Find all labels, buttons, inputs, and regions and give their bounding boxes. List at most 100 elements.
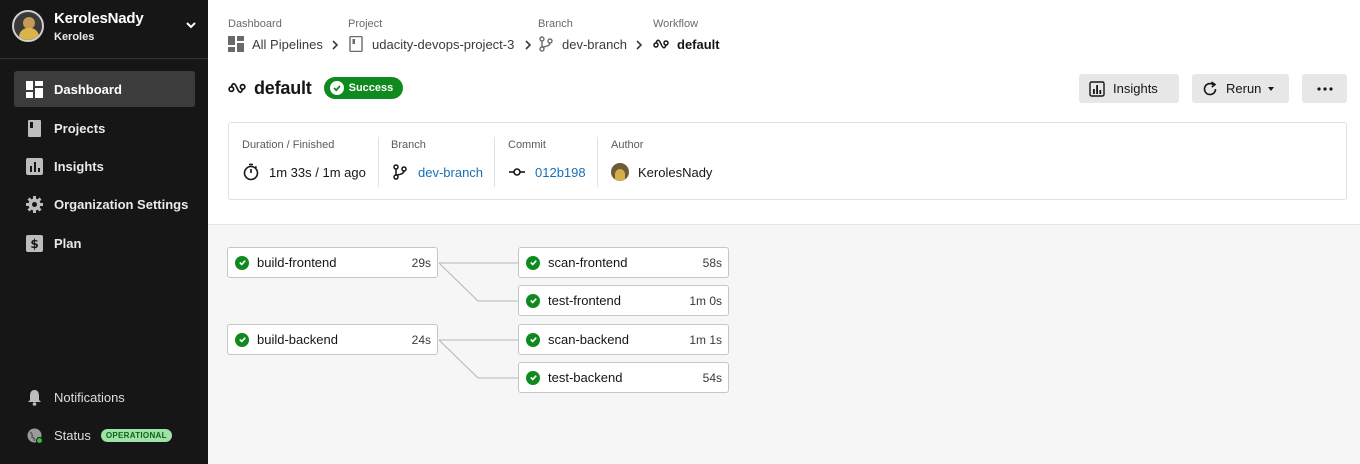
duration-text: 1m 33s / 1m ago	[269, 164, 366, 180]
breadcrumb-value: udacity-devops-project-3	[372, 36, 515, 52]
breadcrumb-label: Branch	[538, 18, 573, 30]
projects-icon	[26, 119, 43, 137]
check-circle-icon	[526, 332, 540, 347]
breadcrumb-current-workflow: default	[653, 36, 720, 52]
job-name: build-frontend	[257, 255, 337, 270]
breadcrumb-dashboard: Dashboard All Pipelines	[228, 14, 323, 52]
commit-value: 012b198	[508, 163, 586, 181]
info-divider	[494, 137, 495, 187]
job-duration: 1m 0s	[689, 293, 722, 308]
breadcrumb-label: Dashboard	[228, 18, 282, 30]
sidebar-item-organization-settings[interactable]: Organization Settings	[14, 186, 195, 222]
dashboard-icon	[26, 80, 43, 98]
bell-icon	[26, 389, 43, 406]
rerun-button-label: Rerun	[1226, 81, 1262, 96]
sidebar-item-label: Dashboard	[54, 81, 122, 97]
chevron-right-icon	[332, 40, 339, 50]
status-badge: OPERATIONAL	[100, 428, 172, 442]
status-badge: Success	[323, 77, 404, 99]
sidebar-divider	[0, 58, 208, 59]
sidebar-item-notifications[interactable]: Notifications	[14, 382, 195, 412]
sidebar: KerolesNady Keroles Dashboard Projects I…	[0, 0, 208, 464]
check-circle-icon	[235, 332, 249, 347]
project-icon	[348, 36, 364, 52]
rerun-button[interactable]: Rerun	[1192, 74, 1289, 103]
author-label: Author	[611, 139, 644, 151]
pipelines-icon	[228, 36, 244, 52]
sidebar-item-status[interactable]: Status OPERATIONAL	[14, 420, 195, 450]
plan-icon: $	[26, 234, 43, 252]
workflow-title-row: default Success	[228, 77, 404, 99]
connector-line	[438, 339, 518, 379]
job-build-frontend[interactable]: build-frontend 29s	[227, 247, 438, 278]
commit-link[interactable]: 012b198	[535, 165, 586, 180]
job-duration: 54s	[702, 370, 722, 385]
info-divider	[597, 137, 598, 187]
job-duration: 58s	[702, 255, 722, 270]
insights-icon	[1089, 80, 1105, 97]
status-label: Status	[54, 427, 91, 443]
commit-label: Commit	[508, 139, 546, 151]
breadcrumb-link-all-pipelines[interactable]: All Pipelines	[228, 36, 323, 52]
breadcrumb-link-branch[interactable]: dev-branch	[538, 36, 627, 52]
sidebar-item-plan[interactable]: $ Plan	[14, 225, 195, 261]
job-name: test-backend	[548, 370, 623, 385]
duration-value: 1m 33s / 1m ago	[242, 163, 366, 181]
author-value: KerolesNady	[611, 163, 712, 181]
sidebar-item-label: Plan	[54, 235, 82, 251]
branch-label: Branch	[391, 139, 426, 151]
rerun-icon	[1202, 80, 1218, 97]
breadcrumb-project: Project udacity-devops-project-3	[348, 14, 514, 52]
caret-down-icon	[1268, 86, 1275, 91]
insights-icon	[26, 157, 43, 175]
insights-button[interactable]: Insights	[1079, 74, 1179, 103]
chevron-down-icon[interactable]	[184, 18, 198, 32]
branch-link[interactable]: dev-branch	[418, 165, 483, 180]
breadcrumb-label: Workflow	[653, 18, 699, 30]
workflow-graph: build-frontend 29s scan-frontend 58s tes…	[208, 224, 1360, 464]
job-name: test-frontend	[548, 293, 621, 308]
gear-icon	[26, 195, 43, 213]
connector-line	[438, 262, 518, 302]
sidebar-item-projects[interactable]: Projects	[14, 110, 195, 146]
sidebar-item-insights[interactable]: Insights	[14, 148, 195, 184]
insights-button-label: Insights	[1113, 81, 1158, 96]
breadcrumb-value: default	[677, 36, 720, 52]
job-name: build-backend	[257, 332, 338, 347]
sidebar-item-label: Organization Settings	[54, 196, 189, 212]
workflow-info-card: Duration / Finished 1m 33s / 1m ago Bran…	[228, 122, 1347, 200]
job-scan-frontend[interactable]: scan-frontend 58s	[518, 247, 729, 278]
job-name: scan-frontend	[548, 255, 628, 270]
more-options-button[interactable]	[1302, 74, 1347, 103]
job-scan-backend[interactable]: scan-backend 1m 1s	[518, 324, 729, 355]
sidebar-item-label: Insights	[54, 158, 104, 174]
check-circle-icon	[329, 81, 344, 95]
notifications-label: Notifications	[54, 389, 125, 405]
job-build-backend[interactable]: build-backend 24s	[227, 324, 438, 355]
status-globe-icon	[26, 427, 43, 444]
branch-icon	[391, 163, 409, 181]
breadcrumb-branch: Branch dev-branch	[538, 14, 627, 52]
breadcrumb-link-project[interactable]: udacity-devops-project-3	[348, 36, 514, 52]
job-duration: 29s	[411, 255, 431, 270]
branch-icon	[538, 36, 554, 52]
sidebar-item-dashboard[interactable]: Dashboard	[14, 71, 195, 107]
workflow-icon	[653, 36, 669, 52]
org-switcher[interactable]: KerolesNady Keroles	[12, 10, 198, 44]
breadcrumb-label: Project	[348, 18, 383, 30]
breadcrumb-value: dev-branch	[562, 36, 628, 52]
check-circle-icon	[526, 255, 540, 270]
org-username: Keroles	[54, 31, 95, 43]
duration-label: Duration / Finished	[242, 139, 335, 151]
breadcrumb-workflow: Workflow default	[653, 14, 720, 52]
status-badge-label: Success	[348, 82, 394, 94]
workflow-icon	[228, 82, 246, 94]
job-test-backend[interactable]: test-backend 54s	[518, 362, 729, 393]
breadcrumb-value: All Pipelines	[252, 36, 323, 52]
job-duration: 24s	[411, 332, 431, 347]
check-circle-icon	[526, 370, 540, 385]
job-test-frontend[interactable]: test-frontend 1m 0s	[518, 285, 729, 316]
job-name: scan-backend	[548, 332, 629, 347]
check-circle-icon	[526, 293, 540, 308]
author-name: KerolesNady	[638, 164, 713, 180]
